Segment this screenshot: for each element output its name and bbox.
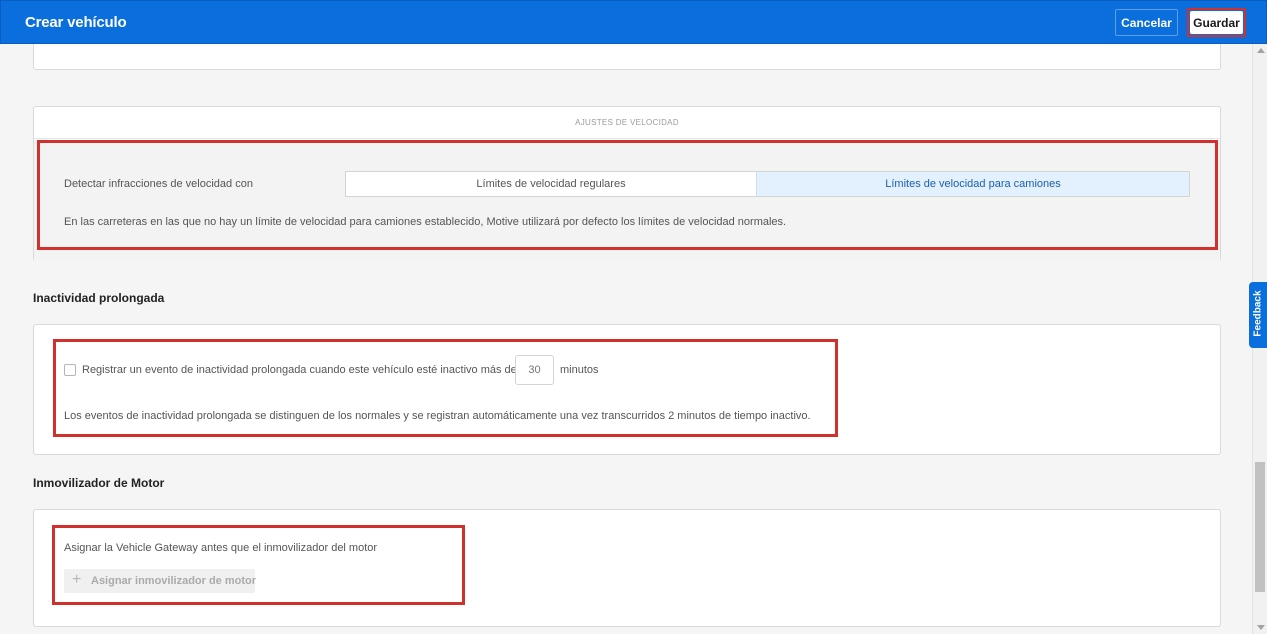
idle-highlight: [53, 339, 838, 437]
idle-section-title: Inactividad prolongada: [33, 291, 165, 305]
feedback-tab[interactable]: Feedback: [1249, 282, 1267, 348]
engine-highlight: [52, 525, 465, 605]
engine-section-title: Inmovilizador de Motor: [33, 476, 165, 490]
scrollbar-thumb[interactable]: [1255, 462, 1265, 592]
cancel-button[interactable]: Cancelar: [1115, 9, 1178, 36]
form-scroll-area: AJUSTES DE VELOCIDAD Detectar infraccion…: [0, 44, 1252, 634]
feedback-label: Feedback: [1252, 290, 1264, 337]
scroll-down-arrow-icon[interactable]: [1257, 625, 1265, 630]
page-title: Crear vehículo: [25, 14, 127, 31]
top-bar: Crear vehículo Cancelar Guardar: [0, 0, 1267, 44]
speed-settings-header: AJUSTES DE VELOCIDAD: [34, 107, 1220, 139]
speed-highlight: [37, 140, 1218, 250]
save-button[interactable]: Guardar: [1190, 11, 1243, 34]
scroll-up-arrow-icon[interactable]: [1257, 48, 1265, 53]
previous-card: [33, 44, 1221, 70]
